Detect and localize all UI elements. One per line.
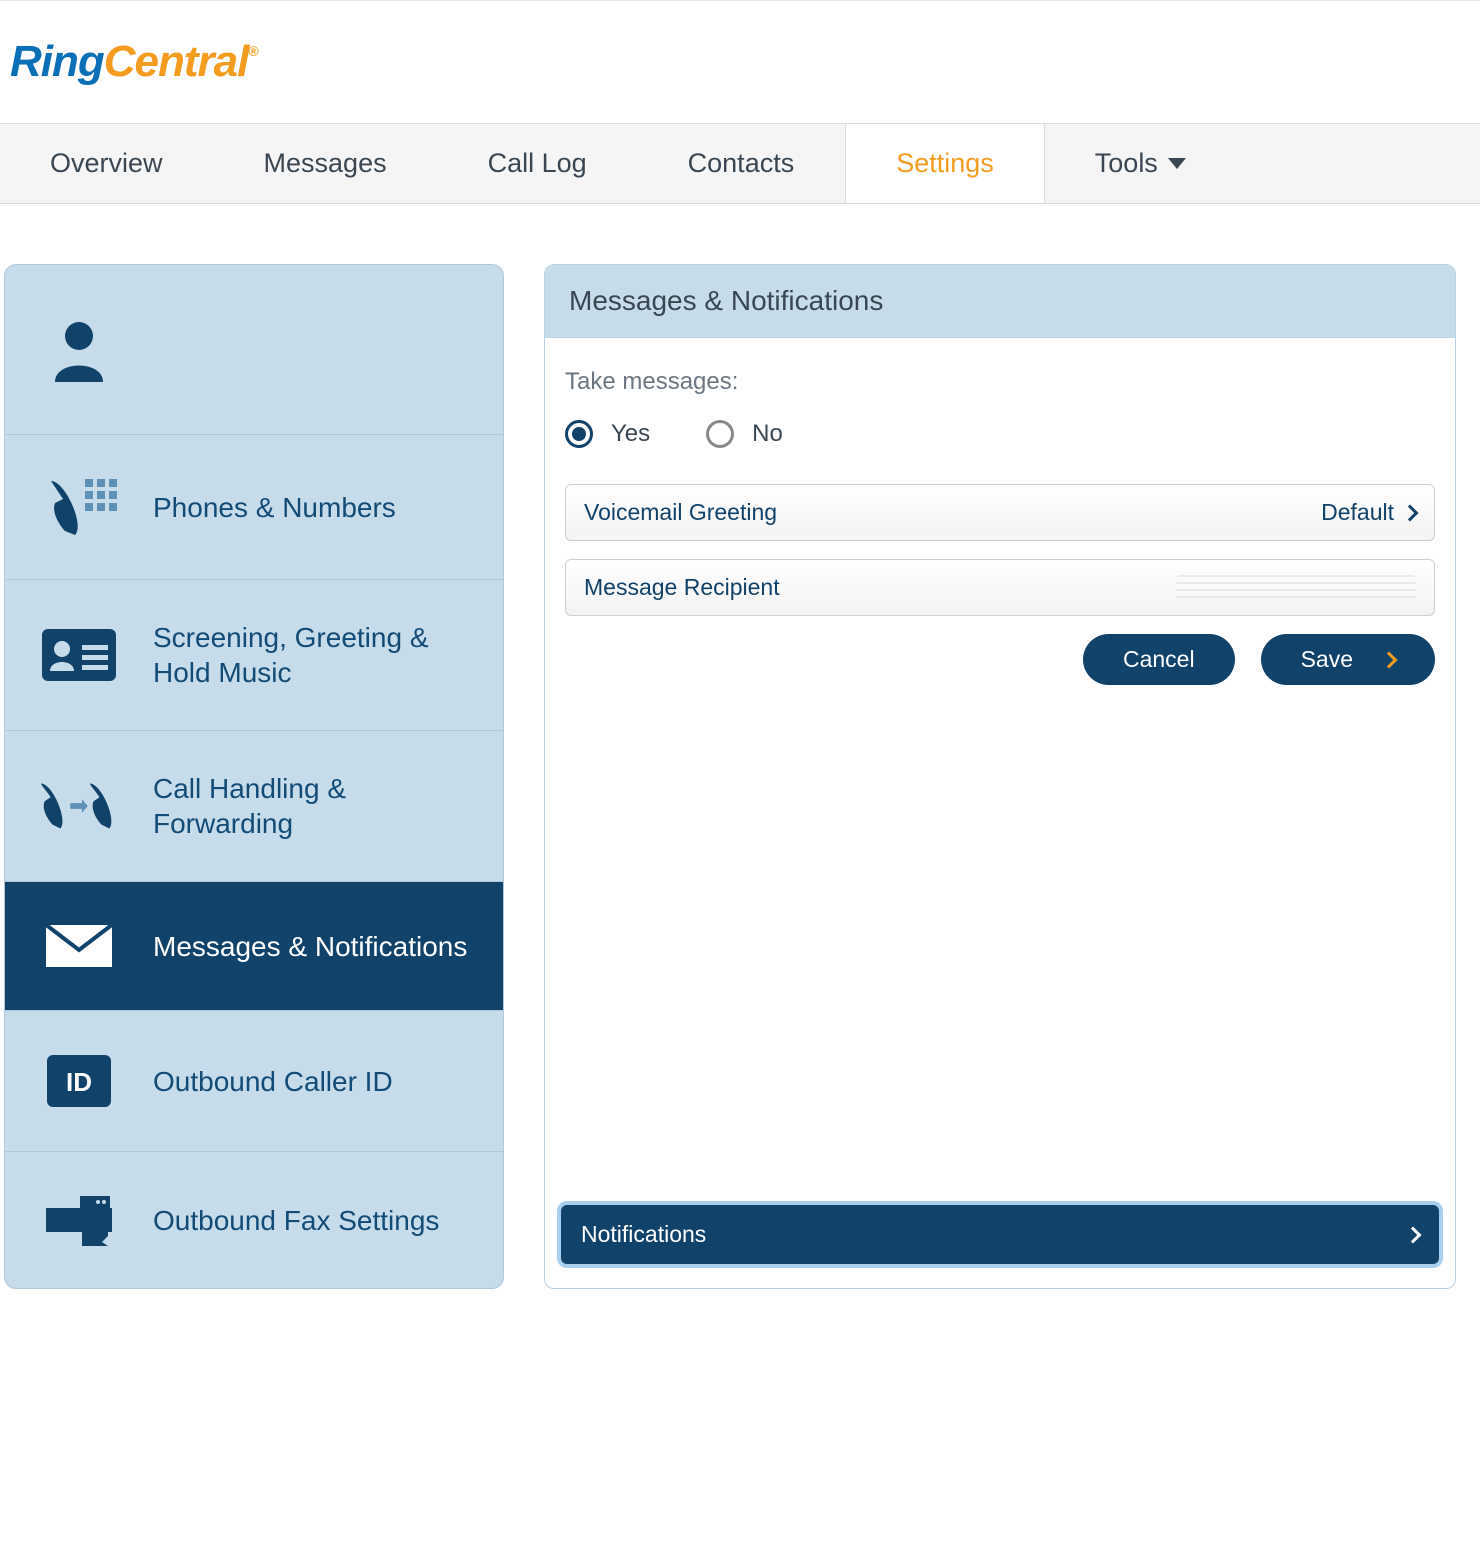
chevron-right-icon xyxy=(1402,504,1419,521)
notifications-label: Notifications xyxy=(581,1221,706,1248)
nav-overview[interactable]: Overview xyxy=(0,124,214,203)
sidebar-item-label: Outbound Fax Settings xyxy=(153,1203,473,1238)
logo-bar: RingCentral® xyxy=(0,1,1480,123)
chevron-right-icon xyxy=(1381,651,1398,668)
nav-call-log[interactable]: Call Log xyxy=(438,124,638,203)
nav-contacts[interactable]: Contacts xyxy=(638,124,846,203)
row-value-text: Default xyxy=(1321,499,1394,526)
panel-title: Messages & Notifications xyxy=(545,265,1455,338)
nav-label: Tools xyxy=(1095,148,1158,179)
sidebar-item-label: Screening, Greeting & Hold Music xyxy=(153,620,473,690)
row-value: Default xyxy=(1321,499,1416,526)
user-icon xyxy=(35,318,123,382)
nav-label: Settings xyxy=(896,148,994,179)
chevron-right-icon xyxy=(1405,1226,1422,1243)
row-message-recipient[interactable]: Message Recipient xyxy=(565,559,1435,616)
row-voicemail-greeting[interactable]: Voicemail Greeting Default xyxy=(565,484,1435,541)
nav-messages[interactable]: Messages xyxy=(214,124,438,203)
radio-label: No xyxy=(752,420,783,448)
panel-body: Take messages: Yes No Voicemail Greeting… xyxy=(545,338,1455,1189)
sidebar-item-label: Outbound Caller ID xyxy=(153,1064,473,1099)
button-label: Cancel xyxy=(1123,646,1195,673)
logo-part1: Ring xyxy=(10,37,104,86)
svg-text:ID: ID xyxy=(66,1067,92,1097)
main-nav: Overview Messages Call Log Contacts Sett… xyxy=(0,123,1480,204)
envelope-icon xyxy=(35,922,123,970)
notifications-bar[interactable]: Notifications xyxy=(561,1205,1439,1264)
save-button[interactable]: Save xyxy=(1261,634,1435,685)
nav-label: Messages xyxy=(264,148,387,179)
sidebar-item-call-handling[interactable]: Call Handling & Forwarding xyxy=(5,731,503,882)
nav-tools[interactable]: Tools xyxy=(1045,124,1237,203)
registered-mark-icon: ® xyxy=(248,43,257,59)
panel-footer: Notifications xyxy=(545,1189,1455,1288)
sidebar-item-messages-notifications[interactable]: Messages & Notifications xyxy=(5,882,503,1011)
sidebar-item-label: Call Handling & Forwarding xyxy=(153,771,473,841)
row-label: Voicemail Greeting xyxy=(584,499,777,526)
settings-sidebar: Phones & Numbers Screening, Greeting & H… xyxy=(4,264,504,1289)
take-messages-label: Take messages: xyxy=(565,368,1435,396)
logo-part2: Central xyxy=(104,37,249,86)
chevron-down-icon xyxy=(1168,158,1186,169)
row-value xyxy=(1176,575,1416,601)
radio-no[interactable]: No xyxy=(706,420,783,448)
radio-icon xyxy=(565,420,593,448)
sidebar-item-outbound-caller-id[interactable]: ID Outbound Caller ID xyxy=(5,1011,503,1152)
sidebar-item-screening[interactable]: Screening, Greeting & Hold Music xyxy=(5,580,503,731)
radio-yes[interactable]: Yes xyxy=(565,420,650,448)
id-card-icon xyxy=(35,627,123,683)
call-forward-icon xyxy=(35,779,123,833)
radio-label: Yes xyxy=(611,420,650,448)
phone-keypad-icon xyxy=(35,475,123,539)
row-label: Message Recipient xyxy=(584,574,780,601)
sidebar-item-outbound-fax[interactable]: Outbound Fax Settings xyxy=(5,1152,503,1288)
sidebar-item-label: Messages & Notifications xyxy=(153,929,473,964)
fax-icon xyxy=(35,1192,123,1248)
messages-notifications-panel: Messages & Notifications Take messages: … xyxy=(544,264,1456,1289)
button-label: Save xyxy=(1301,646,1353,673)
cancel-button[interactable]: Cancel xyxy=(1083,634,1235,685)
nav-settings[interactable]: Settings xyxy=(845,124,1045,203)
sidebar-item-label: Phones & Numbers xyxy=(153,490,473,525)
redacted-text xyxy=(1176,575,1416,601)
sidebar-item-user[interactable] xyxy=(5,265,503,435)
nav-label: Call Log xyxy=(488,148,587,179)
radio-icon xyxy=(706,420,734,448)
sidebar-item-phones-numbers[interactable]: Phones & Numbers xyxy=(5,435,503,580)
button-row: Cancel Save xyxy=(565,634,1435,685)
logo: RingCentral® xyxy=(10,37,258,86)
nav-label: Contacts xyxy=(688,148,795,179)
nav-label: Overview xyxy=(50,148,163,179)
id-icon: ID xyxy=(35,1051,123,1111)
take-messages-radios: Yes No xyxy=(565,420,1435,448)
